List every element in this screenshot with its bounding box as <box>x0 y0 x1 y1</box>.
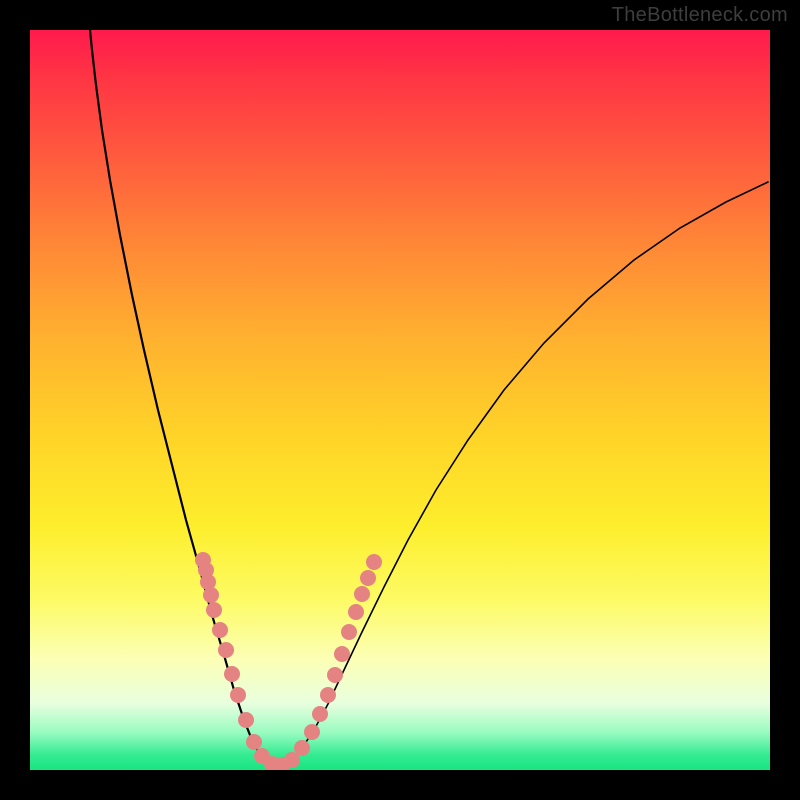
watermark-text: TheBottleneck.com <box>612 4 788 27</box>
data-dot <box>294 740 310 756</box>
curve-svg <box>30 30 770 770</box>
data-dot <box>312 706 328 722</box>
data-dot <box>320 687 336 703</box>
data-dot <box>348 604 364 620</box>
data-dot <box>218 642 234 658</box>
data-dot <box>206 602 222 618</box>
left-curve <box>90 30 276 767</box>
data-dot <box>354 586 370 602</box>
data-dot <box>360 570 376 586</box>
data-dot <box>304 724 320 740</box>
data-dot <box>334 646 350 662</box>
plot-area <box>30 30 770 770</box>
data-dot <box>230 687 246 703</box>
data-dot <box>212 622 228 638</box>
data-dot <box>327 667 343 683</box>
data-dot <box>366 554 382 570</box>
right-curve <box>276 182 768 767</box>
data-dots <box>195 552 382 770</box>
data-dot <box>246 734 262 750</box>
chart-container: TheBottleneck.com <box>0 0 800 800</box>
data-dot <box>341 624 357 640</box>
data-dot <box>238 712 254 728</box>
data-dot <box>203 587 219 603</box>
data-dot <box>224 666 240 682</box>
